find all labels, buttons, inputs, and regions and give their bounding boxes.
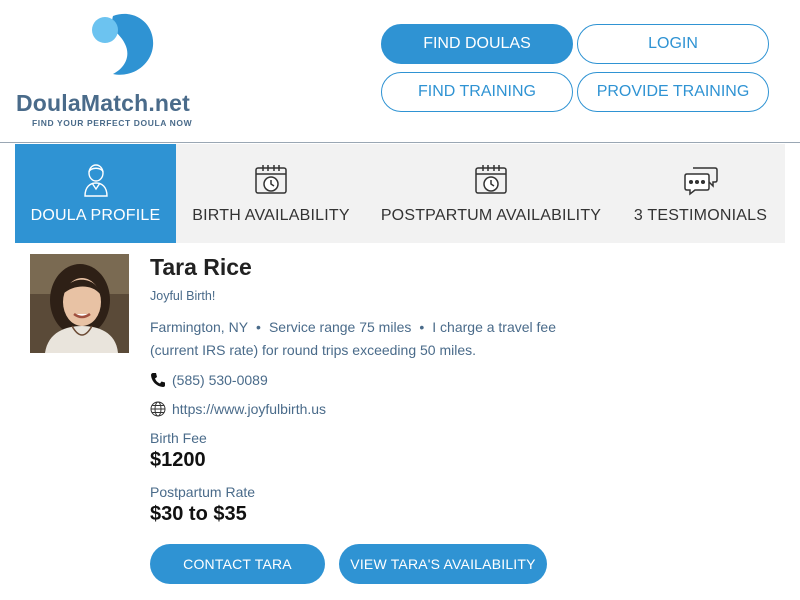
location: Farmington, NY	[150, 319, 249, 335]
phone-icon	[150, 372, 166, 388]
postpartum-rate-value: $30 to $35	[150, 503, 247, 525]
phone-number[interactable]: (585) 530-0089	[172, 372, 268, 388]
tab-label: DOULA PROFILE	[30, 207, 161, 224]
doula-name: Tara Rice	[150, 254, 252, 280]
tab-label: BIRTH AVAILABILITY	[192, 207, 350, 224]
site-header: DoulaMatch.net FIND YOUR PERFECT DOULA N…	[0, 0, 800, 143]
tab-doula-profile[interactable]: DOULA PROFILE	[15, 144, 176, 243]
calendar-clock-icon	[473, 162, 509, 198]
postpartum-rate-label: Postpartum Rate	[150, 484, 256, 500]
view-availability-button[interactable]: VIEW TARA'S AVAILABILITY	[339, 544, 547, 584]
find-training-button[interactable]: FIND TRAINING	[381, 72, 573, 112]
tab-postpartum-availability[interactable]: POSTPARTUM AVAILABILITY	[366, 144, 616, 243]
tab-label: 3 TESTIMONIALS	[633, 207, 768, 224]
service-details: Farmington, NY • Service range 75 miles • I …	[150, 316, 600, 362]
birth-fee-value: $1200	[150, 449, 206, 471]
chat-bubbles-icon	[683, 162, 719, 198]
logo-tagline: FIND YOUR PERFECT DOULA NOW	[32, 118, 193, 128]
site-logo[interactable]: DoulaMatch.net FIND YOUR PERFECT DOULA N…	[16, 12, 226, 132]
business-name: Joyful Birth!	[150, 289, 216, 303]
website-link[interactable]: https://www.joyfulbirth.us	[172, 401, 326, 417]
tab-birth-availability[interactable]: BIRTH AVAILABILITY	[176, 144, 366, 243]
website-row[interactable]: https://www.joyfulbirth.us	[150, 401, 326, 417]
tab-testimonials[interactable]: 3 TESTIMONIALS	[616, 144, 785, 243]
logo-wordmark: DoulaMatch.net	[16, 90, 191, 116]
calendar-clock-icon	[253, 162, 289, 198]
globe-icon	[150, 401, 166, 417]
profile-photo	[30, 254, 129, 353]
tab-label: POSTPARTUM AVAILABILITY	[380, 207, 602, 224]
profile-tabs: DOULA PROFILE BIRTH AVAILABILITY POSTPAR…	[15, 144, 785, 243]
birth-fee-label: Birth Fee	[150, 430, 207, 446]
phone-row[interactable]: (585) 530-0089	[150, 372, 268, 388]
logo-icon	[92, 13, 154, 75]
login-button[interactable]: LOGIN	[577, 24, 769, 64]
find-doulas-button[interactable]: FIND DOULAS	[381, 24, 573, 64]
separator-dot: •	[419, 319, 425, 335]
contact-button[interactable]: CONTACT TARA	[150, 544, 325, 584]
service-range: Service range 75 miles	[268, 319, 412, 335]
person-icon	[78, 162, 114, 198]
provide-training-button[interactable]: PROVIDE TRAINING	[577, 72, 769, 112]
separator-dot: •	[256, 319, 261, 335]
